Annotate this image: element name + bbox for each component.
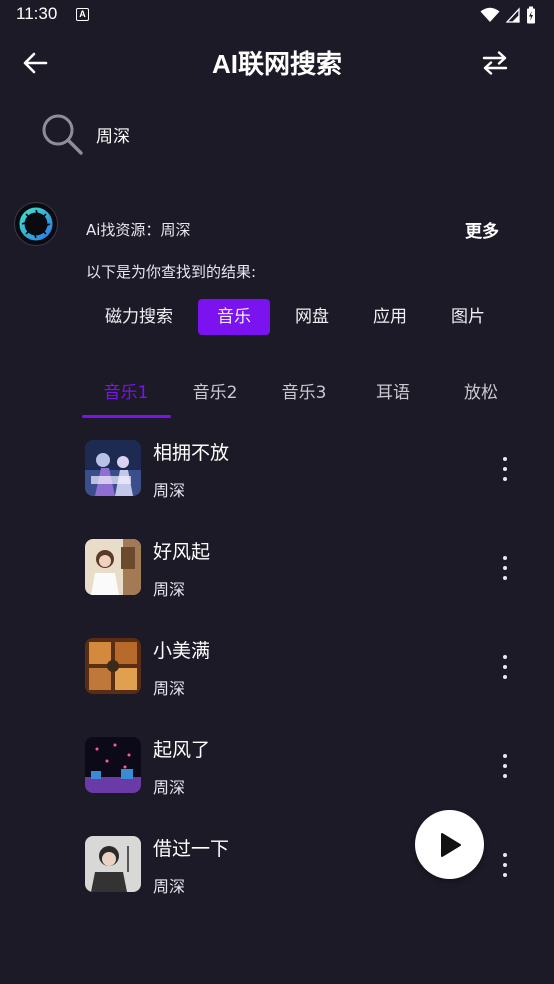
more-menu-button[interactable] [494,454,516,484]
status-time: 11:30 [16,4,58,23]
search-button[interactable] [40,112,84,156]
wifi-icon [480,7,500,22]
more-menu-button[interactable] [494,850,516,880]
music-tabs: 音乐1 音乐2 音乐3 耳语 放松 [82,370,554,420]
song-title: 相拥不放 [153,442,230,464]
tab-music-2[interactable]: 音乐2 [171,378,259,403]
magnifier-icon [42,114,83,155]
more-menu-button[interactable] [494,553,516,583]
song-artist: 周深 [153,679,186,698]
category-chip-music[interactable]: 音乐 [198,299,270,335]
tab-music-3[interactable]: 音乐3 [260,378,348,403]
song-row[interactable]: 相拥不放 周深 [84,426,524,512]
song-title: 借过一下 [153,838,230,860]
album-cover [85,440,141,496]
category-chip-netdisk[interactable]: 网盘 [284,299,340,335]
album-cover [85,737,141,793]
song-artist: 周深 [153,481,186,500]
swap-arrows-icon [482,51,508,75]
song-row[interactable]: 起风了 周深 [84,723,524,809]
category-chips: 磁力搜索 音乐 网盘 应用 图片 [90,299,496,335]
ai-aperture-icon [19,207,53,241]
battery-charging-icon [527,6,535,24]
swap-button[interactable] [478,46,512,80]
vertical-dots-icon [503,457,507,461]
notification-a-icon: A [76,8,89,21]
song-row[interactable]: 好风起 周深 [84,525,524,611]
more-menu-button[interactable] [494,652,516,682]
song-title: 小美满 [153,640,211,662]
play-icon [440,832,461,857]
song-artist: 周深 [153,778,186,797]
tab-indicator [82,415,171,418]
status-bar: 11:30 A [0,0,554,30]
category-chip-magnet[interactable]: 磁力搜索 [90,299,188,335]
song-title: 起风了 [153,739,211,761]
ai-source-value: 周深 [160,221,191,239]
more-button[interactable]: 更多 [465,217,499,242]
album-cover [85,539,141,595]
result-intro: 以下是为你查找到的结果: [86,263,257,281]
song-row[interactable]: 小美满 周深 [84,624,524,710]
album-cover [85,836,141,892]
tab-relax[interactable]: 放松 [437,378,525,403]
tab-whisper[interactable]: 耳语 [349,378,437,403]
status-icons [480,6,536,24]
vertical-dots-icon [503,754,507,758]
more-menu-button[interactable] [494,751,516,781]
signal-icon [506,7,520,23]
search-query[interactable]: 周深 [96,122,130,147]
vertical-dots-icon [503,556,507,560]
album-cover [85,638,141,694]
vertical-dots-icon [503,655,507,659]
screen: 11:30 A AI联网搜索 周深 Ai找资源：周深 更多 以下是为你查找到的结… [0,0,554,984]
category-chip-images[interactable]: 图片 [440,299,496,335]
song-title: 好风起 [153,541,211,563]
ai-avatar [14,202,58,246]
tab-music-1[interactable]: 音乐1 [82,378,170,403]
page-title: AI联网搜索 [211,49,342,79]
ai-source-label: Ai找资源： [86,221,161,239]
ai-source-line: Ai找资源：周深 [86,219,190,240]
play-button[interactable] [415,810,484,879]
song-artist: 周深 [153,877,186,896]
song-artist: 周深 [153,580,186,599]
vertical-dots-icon [503,853,507,857]
category-chip-apps[interactable]: 应用 [362,299,418,335]
